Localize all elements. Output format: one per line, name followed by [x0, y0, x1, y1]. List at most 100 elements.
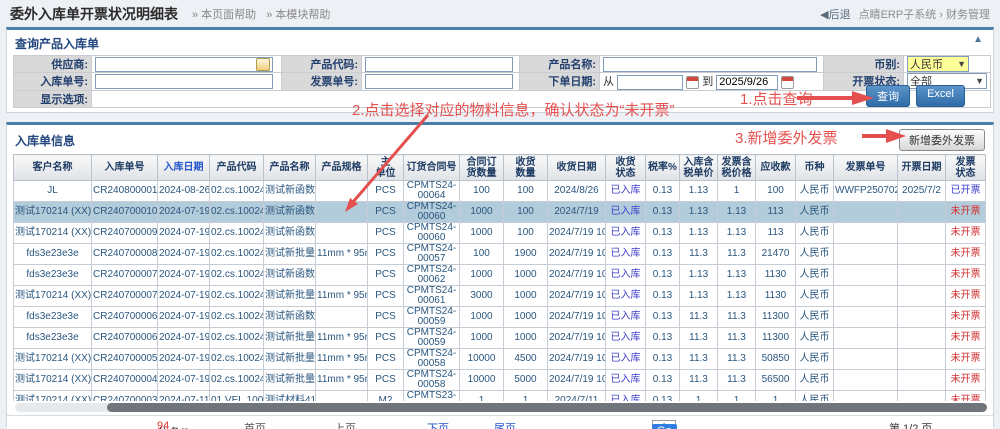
next-page-link[interactable]: 下页 [427, 420, 449, 429]
table-row[interactable]: fds3e23e3eCR2407000062024-07-1902.cs.100… [14, 328, 986, 349]
add-outsource-invoice-button[interactable]: 新增委外发票 [899, 129, 985, 151]
receipt-no-input[interactable] [95, 74, 273, 89]
cell-invoice_date [898, 370, 946, 391]
order-date-label: 下单日期: [520, 73, 600, 91]
cell-tax_rate: 0.13 [646, 244, 680, 265]
horizontal-scrollbar-thumb[interactable] [107, 403, 987, 412]
table-row[interactable]: JLCR2408000012024-08-2602.cs.100241测试新函数… [14, 181, 986, 202]
cell-receipt_no: CR240700003 [92, 391, 158, 402]
cell-receivable: 1 [756, 391, 796, 402]
cell-receipt_date: 2024-07-19 [158, 370, 210, 391]
table-row[interactable]: 测试170214 (XX)CR2407000032024-07-1101.VEL… [14, 391, 986, 402]
cell-unit: PCS [368, 265, 404, 286]
product-name-input[interactable] [603, 57, 817, 72]
cell-currency: 人民币 [796, 307, 834, 328]
cell-recv_status: 已入库 [606, 244, 646, 265]
column-header-unit_price: 入库含 税单价 [680, 155, 718, 181]
cell-tax_rate: 0.13 [646, 328, 680, 349]
cell-invoice_status: 未开票 [946, 370, 986, 391]
receipt-no-label: 入库单号: [14, 73, 92, 91]
cell-unit: PCS [368, 307, 404, 328]
collapse-panel-icon[interactable]: ▲ [973, 35, 983, 45]
invoice-no-input[interactable] [365, 74, 513, 89]
cell-receivable: 50850 [756, 349, 796, 370]
cell-currency: 人民币 [796, 202, 834, 223]
cell-unit_price: 1.13 [680, 265, 718, 286]
page-info-text: 第 1/2 页 [889, 420, 932, 429]
table-row[interactable]: fds3e23e3eCR2407000072024-07-1902.cs.100… [14, 265, 986, 286]
breadcrumb-system-link[interactable]: 点睛ERP子系统 [859, 9, 937, 21]
calendar-icon[interactable] [781, 76, 794, 89]
cell-product_name: 测试新函数成 [264, 202, 316, 223]
column-header-tax_rate: 税率% [646, 155, 680, 181]
cell-contract_no: CPMTS24-00060 [404, 202, 460, 223]
cell-order_qty: 10000 [460, 370, 504, 391]
table-row[interactable]: 测试170214 (XX)CR2407000052024-07-1902.cs.… [14, 349, 986, 370]
cell-recv_date: 2024/7/19 10 [548, 328, 606, 349]
cell-order_qty: 10000 [460, 349, 504, 370]
cell-invoice_no [834, 349, 898, 370]
supplier-picker-icon[interactable] [256, 58, 270, 71]
cell-invoice_price: 11.3 [718, 244, 756, 265]
cell-contract_no: CPMTS24-00064 [404, 181, 460, 202]
cell-invoice_no [834, 370, 898, 391]
breadcrumb-module-link[interactable]: 财务管理 [946, 9, 990, 21]
excel-button[interactable]: Excel [916, 85, 965, 107]
cell-unit_price: 11.3 [680, 349, 718, 370]
go-button[interactable]: Go [652, 424, 677, 429]
cell-currency: 人民币 [796, 370, 834, 391]
cell-product_code: 02.cs.100246 [210, 286, 264, 307]
breadcrumb-separator: › [939, 9, 943, 21]
column-header-receipt_date[interactable]: 入库日期 [158, 155, 210, 181]
breadcrumb: 点睛ERP子系统 › 财务管理 [859, 6, 990, 22]
last-page-link[interactable]: 尾页 [494, 420, 516, 429]
cell-receipt_date: 2024-08-26 [158, 181, 210, 202]
cell-spec [316, 181, 368, 202]
cell-recv_qty: 5000 [504, 370, 548, 391]
table-row[interactable]: 测试170214 (XX)CR2407000072024-07-1902.cs.… [14, 286, 986, 307]
date-from-input[interactable] [617, 75, 683, 90]
table-row[interactable]: fds3e23e3eCR2407000082024-07-1902.cs.100… [14, 244, 986, 265]
cell-order_qty: 1000 [460, 307, 504, 328]
column-header-currency: 币种 [796, 155, 834, 181]
table-row[interactable]: 测试170214 (XX)CR2407000102024-07-1902.cs.… [14, 202, 986, 223]
pagination-bar: 共94条/2页 首页 上页 下页 尾页 到 页 Go 第 1/2 页 [7, 415, 993, 429]
cell-spec: 11mm * 95m [316, 370, 368, 391]
table-row[interactable]: 测试170214 (XX)CR2407000042024-07-1902.cs.… [14, 370, 986, 391]
prev-page-link[interactable]: 上页 [334, 420, 356, 429]
first-page-link[interactable]: 首页 [244, 420, 266, 429]
cell-tax_rate: 0.13 [646, 307, 680, 328]
cell-receivable: 113 [756, 223, 796, 244]
cell-order_qty: 1000 [460, 202, 504, 223]
cell-unit_price: 1 [680, 391, 718, 402]
cell-receivable: 1130 [756, 265, 796, 286]
cell-invoice_no [834, 286, 898, 307]
cell-customer: 测试170214 (XX) [14, 370, 92, 391]
cell-receivable: 56500 [756, 370, 796, 391]
supplier-input[interactable] [95, 57, 273, 72]
currency-select-value: 人民币 [910, 56, 943, 72]
calendar-icon[interactable] [686, 76, 699, 89]
cell-receivable: 21470 [756, 244, 796, 265]
cell-spec [316, 307, 368, 328]
annotation-step3: 3.新增委外发票 [735, 127, 838, 148]
cell-invoice_status: 未开票 [946, 223, 986, 244]
column-header-recv_qty: 收货 数量 [504, 155, 548, 181]
supplier-label: 供应商: [14, 56, 92, 73]
module-help-link[interactable]: » 本模块帮助 [266, 6, 330, 22]
cell-receipt_date: 2024-07-19 [158, 265, 210, 286]
query-button[interactable]: 查询 [866, 85, 910, 107]
cell-contract_no: CPMTS24-00061 [404, 286, 460, 307]
page-help-link[interactable]: » 本页面帮助 [192, 6, 256, 22]
cell-recv_qty: 100 [504, 181, 548, 202]
table-row[interactable]: fds3e23e3eCR2407000062024-07-1902.cs.100… [14, 307, 986, 328]
table-row[interactable]: 测试170214 (XX)CR2407000092024-07-1902.cs.… [14, 223, 986, 244]
back-button[interactable]: ◀后退 [820, 6, 850, 22]
currency-select[interactable]: 人民币 ▼ [907, 56, 969, 72]
product-code-input[interactable] [365, 57, 513, 72]
grid-scroll-area: 客户名称入库单号入库日期产品代码产品名称产品规格主 单位订货合同号合同订 货数量… [13, 154, 987, 401]
cell-invoice_date [898, 265, 946, 286]
cell-product_code: 02.cs.100241 [210, 307, 264, 328]
cell-recv_qty: 1000 [504, 286, 548, 307]
receipt-grid-panel: 入库单信息 新增委外发票 客户名称入库单号入库日期产品代码产品名称产品规格主 单… [6, 122, 994, 427]
